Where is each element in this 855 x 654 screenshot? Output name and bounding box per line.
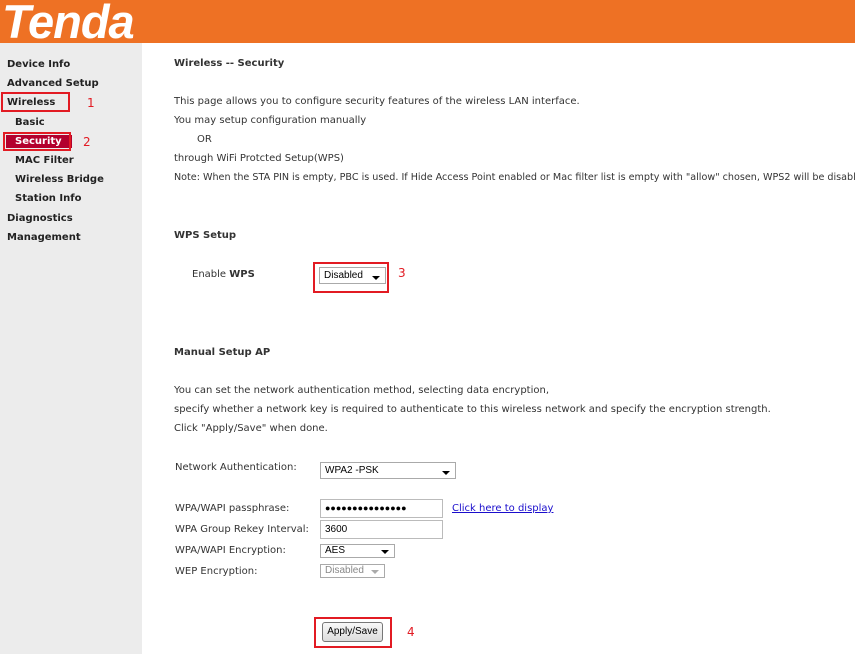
auth-label: Network Authentication:	[175, 462, 297, 473]
wep-label: WEP Encryption:	[175, 566, 258, 577]
intro-line: You may setup configuration manually	[174, 115, 367, 126]
sidebar-item-wireless-bridge[interactable]: Wireless Bridge	[15, 174, 104, 185]
sidebar-item-device-info[interactable]: Device Info	[7, 59, 70, 70]
display-passphrase-link[interactable]: Click here to display	[452, 503, 553, 514]
header: Tenda	[0, 0, 855, 48]
tenda-logo: Tenda	[2, 0, 135, 48]
chevron-down-icon	[442, 471, 450, 475]
encryption-select[interactable]: AES	[320, 544, 395, 558]
manual-desc: specify whether a network key is require…	[174, 404, 771, 415]
wep-select: Disabled	[320, 564, 385, 578]
highlight-box-1	[1, 92, 70, 112]
highlight-box-2	[3, 132, 71, 151]
intro-line: OR	[197, 134, 212, 145]
auth-select[interactable]: WPA2 -PSK	[320, 462, 456, 479]
passphrase-input[interactable]: ●●●●●●●●●●●●●●●	[320, 499, 443, 518]
manual-desc: You can set the network authentication m…	[174, 385, 550, 396]
rekey-input[interactable]: 3600	[320, 520, 443, 539]
sidebar-item-basic[interactable]: Basic	[15, 117, 45, 128]
manual-heading: Manual Setup AP	[174, 347, 271, 358]
chevron-down-icon	[371, 570, 379, 574]
sidebar-item-mac-filter[interactable]: MAC Filter	[15, 155, 74, 166]
encryption-label: WPA/WAPI Encryption:	[175, 545, 286, 556]
sidebar-item-diagnostics[interactable]: Diagnostics	[7, 213, 73, 224]
annotation-2: 2	[83, 135, 91, 149]
sidebar-item-advanced-setup[interactable]: Advanced Setup	[7, 78, 99, 89]
wps-label: Enable WPS	[192, 269, 255, 280]
intro-note: Note: When the STA PIN is empty, PBC is …	[174, 172, 855, 183]
highlight-box-3	[313, 262, 389, 293]
manual-desc: Click "Apply/Save" when done.	[174, 423, 328, 434]
intro-line: This page allows you to configure securi…	[174, 96, 580, 107]
intro-line: through WiFi Protcted Setup(WPS)	[174, 153, 344, 164]
annotation-3: 3	[398, 266, 406, 280]
rekey-label: WPA Group Rekey Interval:	[175, 524, 309, 535]
highlight-box-4	[314, 617, 392, 648]
passphrase-label: WPA/WAPI passphrase:	[175, 503, 290, 514]
page-title: Wireless -- Security	[174, 58, 285, 69]
annotation-4: 4	[407, 625, 415, 639]
sidebar-item-station-info[interactable]: Station Info	[15, 193, 81, 204]
annotation-1: 1	[87, 96, 95, 110]
chevron-down-icon	[381, 550, 389, 554]
wps-heading: WPS Setup	[174, 230, 237, 241]
sidebar-item-management[interactable]: Management	[7, 232, 81, 243]
